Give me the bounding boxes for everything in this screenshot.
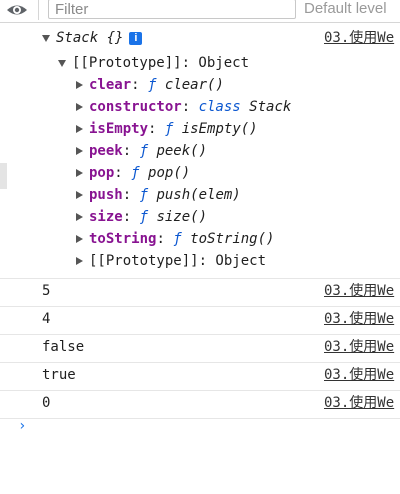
- collapsed-triangle-icon[interactable]: [76, 147, 83, 155]
- filter-input[interactable]: [48, 0, 296, 19]
- console-prompt-icon[interactable]: ›: [18, 418, 26, 434]
- console-toolbar: Default level: [0, 0, 400, 23]
- function-marker: ƒ: [173, 231, 182, 247]
- log-value: 5: [42, 283, 51, 299]
- object-braces: {}: [106, 30, 124, 46]
- member-value: Stack: [249, 99, 292, 115]
- collapsed-triangle-icon[interactable]: [76, 125, 83, 133]
- member-value: toString(): [190, 231, 275, 247]
- collapsed-triangle-icon[interactable]: [76, 103, 83, 111]
- function-marker: ƒ: [131, 165, 140, 181]
- member-separator: :: [122, 209, 140, 225]
- function-marker: ƒ: [139, 209, 149, 225]
- console-message: 5 03.使用We: [0, 279, 400, 307]
- member-key: pop: [89, 165, 115, 181]
- member-value: isEmpty(): [181, 121, 258, 137]
- member-size[interactable]: size: ƒ size(): [76, 206, 207, 228]
- function-marker: ƒ: [139, 143, 149, 159]
- console-message: true 03.使用We: [0, 363, 400, 391]
- source-link[interactable]: 03.使用We: [324, 392, 394, 414]
- member-key: push: [89, 187, 123, 203]
- member-isEmpty[interactable]: isEmpty: ƒ isEmpty(): [76, 118, 258, 140]
- member-pop[interactable]: pop: ƒ pop(): [76, 162, 190, 184]
- member-value: clear(): [164, 77, 224, 93]
- console-message: false 03.使用We: [0, 335, 400, 363]
- member-separator: :: [114, 165, 132, 181]
- collapsed-triangle-icon[interactable]: [76, 235, 83, 243]
- member-separator: :: [122, 187, 140, 203]
- member-separator: :: [148, 121, 165, 137]
- member-key: peek: [89, 143, 123, 159]
- source-link[interactable]: 03.使用We: [324, 27, 394, 49]
- member-separator: :: [122, 143, 140, 159]
- member-key: size: [89, 209, 123, 225]
- expanded-triangle-icon[interactable]: [58, 59, 66, 67]
- source-link[interactable]: 03.使用We: [324, 308, 394, 330]
- member-value: pop(): [148, 165, 191, 181]
- source-link[interactable]: 03.使用We: [324, 336, 394, 358]
- stack-object-header[interactable]: Stack {} i: [42, 27, 143, 49]
- expanded-triangle-icon[interactable]: [42, 34, 50, 42]
- log-value: 0: [42, 395, 51, 411]
- member-value: size(): [156, 209, 208, 225]
- member-key: clear: [89, 77, 132, 93]
- member-separator: :: [156, 231, 174, 247]
- member-separator: :: [181, 99, 199, 115]
- prototype-row[interactable]: [[Prototype]]: Object: [58, 52, 249, 74]
- source-link[interactable]: 03.使用We: [324, 364, 394, 386]
- log-value: 4: [42, 311, 51, 327]
- member-value: peek(): [156, 143, 208, 159]
- member-push[interactable]: push: ƒ push(elem): [76, 184, 241, 206]
- object-name: Stack: [56, 30, 99, 46]
- inner-prototype-row[interactable]: [[Prototype]]: Object: [76, 250, 266, 272]
- function-marker: ƒ: [148, 77, 157, 93]
- collapsed-triangle-icon[interactable]: [76, 81, 83, 89]
- class-keyword: class: [198, 99, 241, 115]
- collapsed-triangle-icon[interactable]: [76, 169, 83, 177]
- eye-icon[interactable]: [4, 0, 30, 20]
- log-levels-dropdown[interactable]: Default level: [304, 0, 387, 20]
- member-value: push(elem): [156, 187, 241, 203]
- member-key: constructor: [89, 99, 182, 115]
- source-link[interactable]: 03.使用We: [324, 280, 394, 302]
- toolbar-divider: [38, 0, 39, 20]
- member-constructor[interactable]: constructor: class Stack: [76, 96, 291, 118]
- member-clear[interactable]: clear: ƒ clear(): [76, 74, 224, 96]
- info-icon[interactable]: i: [129, 31, 143, 45]
- console-message: 4 03.使用We: [0, 307, 400, 335]
- member-key: toString: [89, 231, 157, 247]
- member-key: isEmpty: [89, 121, 149, 137]
- collapsed-triangle-icon[interactable]: [76, 257, 83, 265]
- member-separator: :: [131, 77, 149, 93]
- member-peek[interactable]: peek: ƒ peek(): [76, 140, 207, 162]
- collapsed-triangle-icon[interactable]: [76, 213, 83, 221]
- collapsed-triangle-icon[interactable]: [76, 191, 83, 199]
- log-value: false: [42, 339, 85, 355]
- function-marker: ƒ: [139, 187, 149, 203]
- prototype-label: [[Prototype]]: Object: [72, 55, 250, 71]
- function-marker: ƒ: [164, 121, 174, 137]
- console-message-object: Stack {} i 03.使用We [[Prototype]]: Object …: [0, 23, 400, 279]
- console-message: 0 03.使用We: [0, 391, 400, 419]
- log-value: true: [42, 367, 76, 383]
- prototype-label: [[Prototype]]: Object: [89, 253, 267, 269]
- member-toString[interactable]: toString: ƒ toString(): [76, 228, 274, 250]
